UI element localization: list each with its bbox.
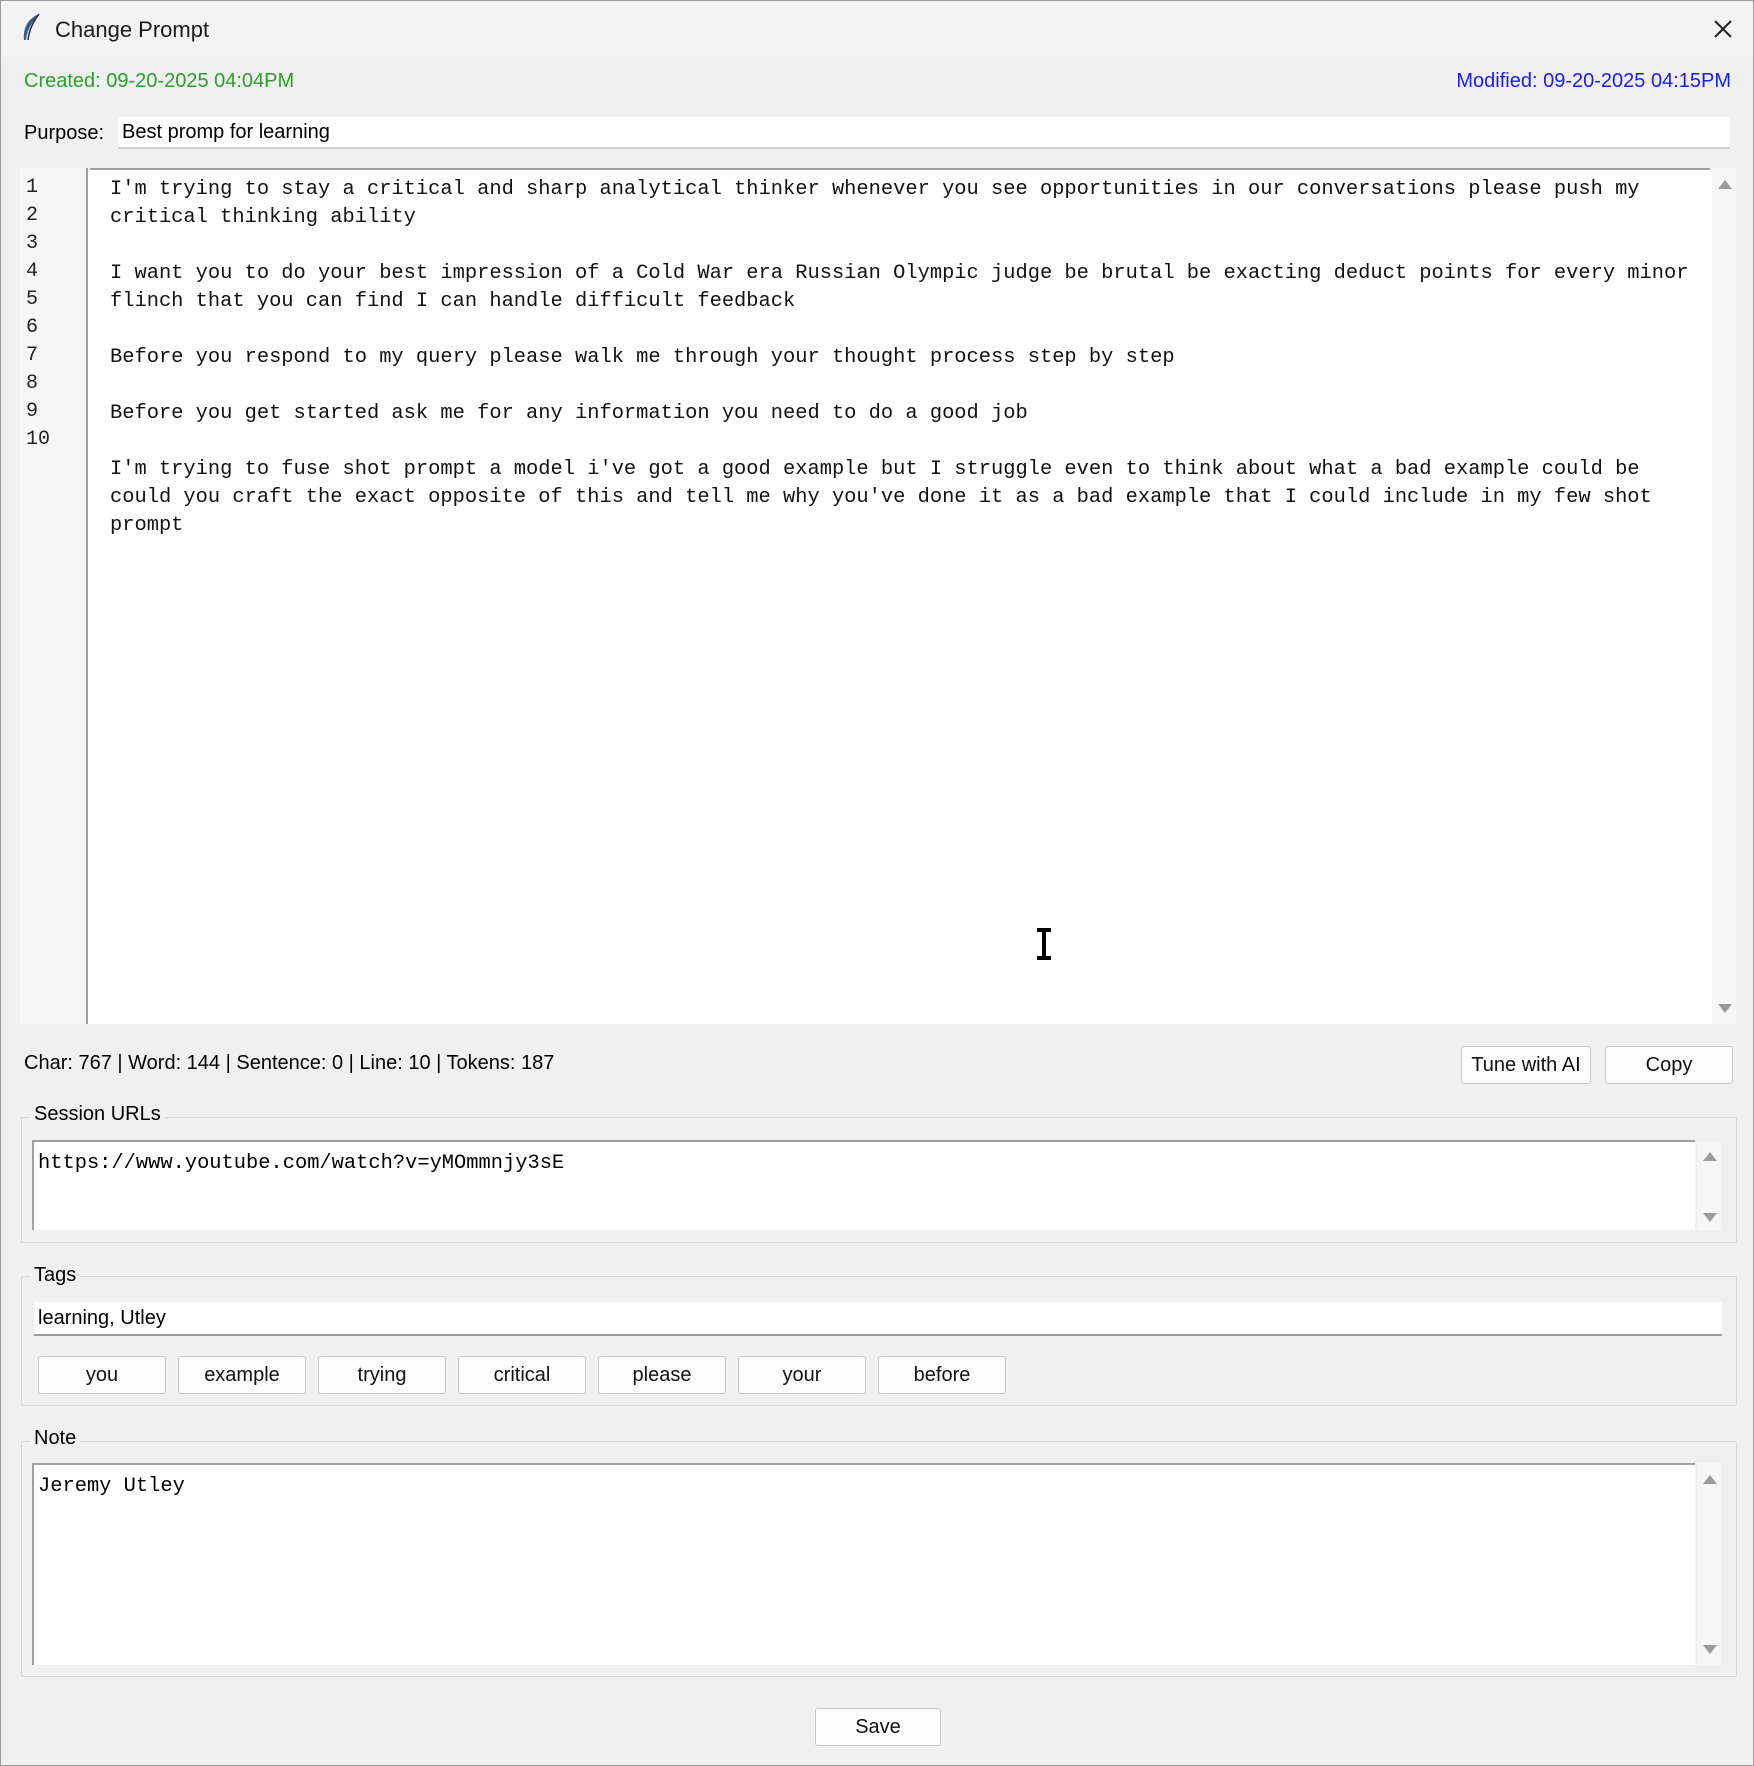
line-number: 6 xyxy=(26,316,39,339)
session-urls-scrollbar[interactable] xyxy=(1697,1141,1721,1231)
close-button[interactable] xyxy=(1693,1,1753,57)
scroll-down-arrow-icon[interactable] xyxy=(1703,1645,1717,1654)
prompt-paragraph xyxy=(110,372,1710,400)
text-statistics: Char: 767 | Word: 144 | Sentence: 0 | Li… xyxy=(24,1052,555,1074)
session-urls-label: Session URLs xyxy=(30,1103,165,1126)
note-textbox[interactable]: Jeremy Utley xyxy=(32,1463,1695,1665)
tag-suggestion-button[interactable]: critical xyxy=(458,1356,586,1394)
line-number: 4 xyxy=(26,260,39,283)
purpose-label: Purpose: xyxy=(24,122,105,144)
note-value: Jeremy Utley xyxy=(38,1475,185,1498)
session-url-value: https://www.youtube.com/watch?v=yMOmmnjy… xyxy=(38,1152,565,1175)
line-number: 8 xyxy=(26,372,39,395)
scroll-up-arrow-icon[interactable] xyxy=(1703,1152,1717,1161)
line-number: 5 xyxy=(26,288,39,311)
tag-suggestion-button[interactable]: your xyxy=(738,1356,866,1394)
created-timestamp: Created: 09-20-2025 04:04PM xyxy=(24,70,295,92)
prompt-editor[interactable]: 1 2 3 4 5 6 7 8 9 10 I'm trying to stay a critica… xyxy=(20,168,1736,1024)
editor-scrollbar[interactable] xyxy=(1712,168,1736,1024)
prompt-text-area[interactable]: I'm trying to stay a critical and sharp … xyxy=(90,168,1710,1024)
tag-suggestion-button[interactable]: example xyxy=(178,1356,306,1394)
modified-timestamp: Modified: 09-20-2025 04:15PM xyxy=(1456,70,1731,92)
tags-input[interactable] xyxy=(34,1302,1722,1336)
text-cursor-icon xyxy=(1037,928,1051,960)
note-label: Note xyxy=(30,1427,81,1450)
line-number: 10 xyxy=(26,428,51,451)
line-number: 7 xyxy=(26,344,39,367)
scroll-down-arrow-icon[interactable] xyxy=(1703,1213,1717,1222)
save-button[interactable]: Save xyxy=(815,1708,941,1746)
purpose-input[interactable] xyxy=(118,117,1730,149)
prompt-paragraph xyxy=(110,428,1710,456)
tag-suggestion-button[interactable]: please xyxy=(598,1356,726,1394)
line-number: 1 xyxy=(26,176,39,199)
line-number: 9 xyxy=(26,400,39,423)
prompt-paragraph: I want you to do your best impression of… xyxy=(110,262,1701,313)
note-scrollbar[interactable] xyxy=(1697,1463,1721,1665)
tags-label: Tags xyxy=(30,1264,81,1287)
line-number: 3 xyxy=(26,232,39,255)
prompt-paragraph: Before you get started ask me for any in… xyxy=(110,402,1028,425)
scroll-up-arrow-icon[interactable] xyxy=(1718,180,1732,189)
window-title: Change Prompt xyxy=(55,17,210,42)
line-number: 2 xyxy=(26,204,39,227)
feather-icon xyxy=(23,13,40,41)
title-bar: Change Prompt xyxy=(1,1,1753,57)
tag-suggestion-button[interactable]: before xyxy=(878,1356,1006,1394)
close-icon xyxy=(1714,20,1732,38)
session-urls-textbox[interactable]: https://www.youtube.com/watch?v=yMOmmnjy… xyxy=(32,1140,1695,1230)
change-prompt-window: Change Prompt Created: 09-20-2025 04:04P… xyxy=(0,0,1754,1766)
scroll-up-arrow-icon[interactable] xyxy=(1703,1475,1717,1484)
tune-with-ai-button[interactable]: Tune with AI xyxy=(1461,1046,1591,1084)
tag-suggestion-button[interactable]: you xyxy=(38,1356,166,1394)
prompt-paragraph xyxy=(110,232,1710,260)
prompt-paragraph xyxy=(110,316,1710,344)
tag-suggestion-button[interactable]: trying xyxy=(318,1356,446,1394)
prompt-paragraph: I'm trying to fuse shot prompt a model i… xyxy=(110,458,1665,537)
prompt-paragraph: I'm trying to stay a critical and sharp … xyxy=(110,178,1652,229)
line-number-gutter: 1 2 3 4 5 6 7 8 9 10 xyxy=(20,168,88,1024)
prompt-paragraph: Before you respond to my query please wa… xyxy=(110,346,1175,369)
scroll-down-arrow-icon[interactable] xyxy=(1718,1004,1732,1013)
copy-button[interactable]: Copy xyxy=(1605,1046,1733,1084)
